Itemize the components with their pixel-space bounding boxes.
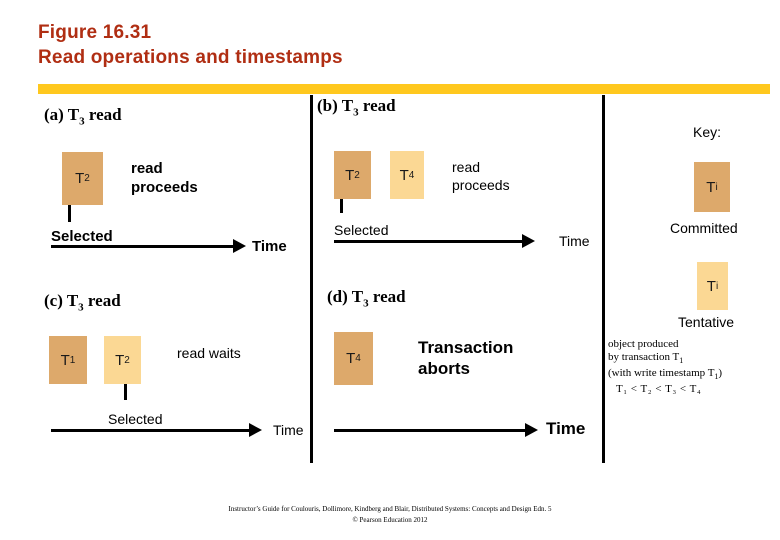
panel-a-box-sub: 2	[84, 173, 90, 184]
panel-b-note: read proceeds	[452, 158, 510, 194]
vertical-divider-center	[310, 95, 313, 463]
accent-rule	[38, 84, 770, 94]
key-tentative-box-sub: i	[715, 280, 719, 292]
panel-c-box-0-label: T	[60, 351, 70, 369]
panel-c-box-1-sub: 2	[124, 354, 130, 366]
panel-d-note-line-1: Transaction	[418, 338, 514, 357]
panel-a-note-line-1: read	[131, 160, 163, 177]
panel-b-caption-sub: 3	[353, 106, 359, 119]
key-committed-box-label: T	[706, 178, 716, 196]
panel-d-box-sub: 4	[355, 353, 361, 364]
panel-d-note-line-2: aborts	[418, 359, 470, 378]
panel-d-axis-line	[334, 429, 527, 432]
panel-b-box-0-label: T	[345, 166, 355, 184]
panel-b-box-1-sub: 4	[408, 169, 415, 181]
key-note-ordering: T₁ < T₂ < T₃ < T₄	[616, 383, 702, 396]
key-note-line-2-sub: 1	[679, 356, 684, 366]
panel-c-caption-suffix: read	[87, 291, 121, 310]
panel-b-box-1-label: T	[399, 166, 409, 184]
key-tentative-box-label: T	[706, 277, 716, 295]
panel-b-caption-prefix: (b)	[317, 96, 338, 115]
panel-c-note: read waits	[177, 344, 241, 362]
panel-b-axis-arrowhead	[522, 234, 535, 248]
panel-c-selected-tick	[124, 384, 127, 400]
panel-d-caption: (d) T3 read	[327, 287, 406, 309]
key-tentative-swatch: Ti	[697, 262, 728, 310]
panel-b-note-line-2: proceeds	[452, 177, 510, 193]
panel-c-axis-label: Time	[273, 422, 304, 438]
panel-d-caption-suffix: read	[372, 287, 406, 306]
panel-b-box-0-sub: 2	[354, 169, 360, 181]
panel-a-selected-tick	[68, 205, 71, 222]
panel-c-caption-prefix: (c)	[44, 291, 63, 310]
panel-a-transaction-box-t2: T2	[62, 152, 103, 205]
panel-d-caption-prefix: (d)	[327, 287, 348, 306]
panel-c-caption: (c) T3 read	[44, 291, 121, 313]
panel-a-axis-label: Time	[252, 238, 287, 255]
footer: Instructor’s Guide for Coulouris, Dollim…	[0, 504, 780, 526]
panel-b-caption: (b) T3 read	[317, 96, 396, 118]
key-committed-caption: Committed	[670, 220, 738, 236]
panel-d-axis-arrowhead	[525, 423, 538, 437]
panel-a-caption-sub: 3	[79, 115, 85, 128]
key-note-line-3-text: (with write timestamp T	[608, 367, 715, 380]
panel-b-caption-suffix: read	[362, 96, 396, 115]
panel-b-axis-label: Time	[559, 233, 590, 249]
key-note-line-2-text: by transaction T	[608, 351, 680, 363]
panel-a-caption-tx: T	[67, 105, 80, 124]
panel-a-box-label: T	[75, 170, 85, 187]
panel-a-caption-prefix: (a)	[44, 105, 64, 124]
panel-c-box-0-sub: 1	[69, 354, 76, 366]
slide-title: Figure 16.31 Read operations and timesta…	[38, 20, 678, 70]
panel-c-axis-arrowhead	[249, 423, 262, 437]
panel-d-axis-label: Time	[546, 419, 586, 438]
key-note-line-3-close: )	[718, 367, 723, 380]
panel-c-selected-label: Selected	[108, 411, 163, 427]
slide-title-line-2: Read operations and timestamps	[38, 47, 343, 68]
panel-c-transaction-box-t1: T1	[49, 336, 87, 384]
panel-a-note: read proceeds	[131, 159, 198, 197]
panel-a-selected-label: Selected	[51, 228, 113, 245]
key-note-line-3: (with write timestamp T1)	[608, 367, 722, 383]
panel-b-transaction-box-t2: T2	[334, 151, 371, 199]
vertical-divider-right	[602, 95, 605, 463]
key-committed-swatch: Ti	[694, 162, 730, 212]
key-note: object produced by transaction T1 (with …	[608, 338, 722, 396]
panel-c-box-1-label: T	[115, 351, 125, 369]
panel-a-caption-suffix: read	[88, 105, 122, 124]
panel-b-caption-tx: T	[341, 96, 354, 115]
panel-b-selected-label: Selected	[334, 222, 389, 238]
footer-line-2: © Pearson Education 2012	[352, 516, 428, 524]
panel-c-note-line-1: read waits	[177, 345, 241, 361]
panel-c-caption-tx: T	[66, 291, 79, 310]
panel-a-axis-line	[51, 245, 235, 248]
panel-a-caption: (a) T3 read	[44, 105, 122, 127]
panel-c-caption-sub: 3	[78, 301, 84, 314]
slide-title-line-1: Figure 16.31	[38, 22, 152, 43]
footer-line-1: Instructor’s Guide for Coulouris, Dollim…	[228, 505, 552, 513]
panel-c-transaction-box-t2: T2	[104, 336, 141, 384]
panel-b-transaction-box-t4: T4	[390, 151, 424, 199]
panel-d-caption-tx: T	[351, 287, 364, 306]
key-note-line-1: object produced	[608, 338, 679, 350]
panel-b-note-line-1: read	[452, 159, 481, 175]
key-note-line-2: by transaction T1	[608, 351, 722, 367]
panel-d-caption-sub: 3	[363, 297, 369, 310]
panel-a-note-line-2: proceeds	[131, 179, 198, 196]
key-tentative-caption: Tentative	[678, 314, 735, 330]
panel-b-axis-line	[334, 240, 524, 243]
panel-b-selected-tick	[340, 199, 343, 213]
panel-d-note: Transaction aborts	[418, 337, 513, 379]
key-title: Key:	[693, 124, 722, 140]
panel-d-box-label: T	[346, 350, 356, 367]
panel-a-axis-arrowhead	[233, 239, 246, 253]
panel-d-transaction-box-t4: T4	[334, 332, 373, 385]
panel-c-axis-line	[51, 429, 251, 432]
key-committed-box-sub: i	[715, 181, 718, 193]
